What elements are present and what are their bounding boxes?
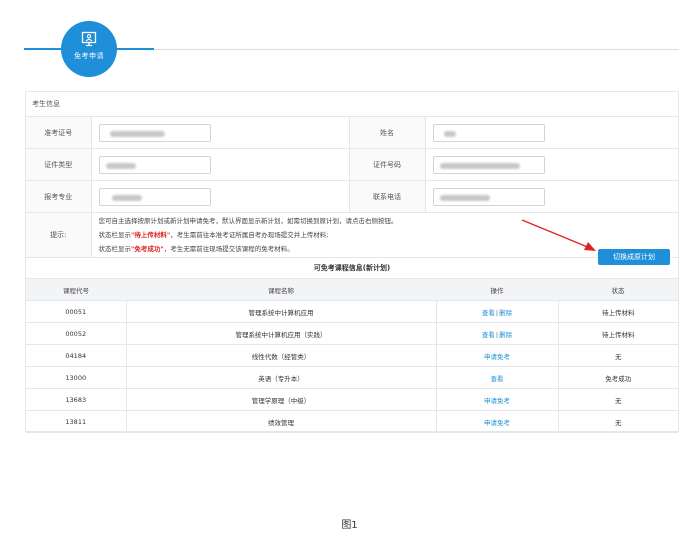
column-header: 操作 [436,279,558,301]
table-row: 13811 绩效管理 申请免考 无 [26,410,678,433]
course-code: 13811 [26,410,127,433]
field-label: 联系电话 [349,180,426,213]
apply-exemption-link[interactable]: 申请免考 [484,397,510,405]
delete-link[interactable]: 删除 [499,309,512,317]
courses-section-title: 可免考课程信息(新计划) [26,258,678,279]
monitor-user-icon [81,31,97,47]
view-link[interactable]: 查看 [482,309,495,317]
course-status: 无 [558,388,678,411]
apply-exemption-link[interactable]: 申请免考 [484,353,510,361]
course-name: 管理系统中计算机应用（实践） [126,322,437,345]
course-code: 04184 [26,344,127,367]
view-link[interactable]: 查看 [482,331,495,339]
name-field[interactable] [432,123,545,142]
major-field[interactable] [98,187,211,206]
switch-to-original-plan-button[interactable]: 切换成原计划 [598,249,670,265]
course-status: 无 [558,410,678,433]
courses-table: 课程代号 课程名称 操作 状态 00051 管理系统中计算机应用 查看|删除 待… [26,279,678,433]
figure-caption: 图1 [341,520,358,531]
course-status: 待上传材料 [558,322,678,345]
delete-link[interactable]: 删除 [499,331,512,339]
field-label: 报考专业 [26,180,92,213]
view-link[interactable]: 查看 [491,375,504,383]
apply-exemption-link[interactable]: 申请免考 [484,419,510,427]
panel-title: 考生信息 [26,92,678,117]
exemption-apply-badge[interactable]: 免考申请 [61,21,117,77]
id-number-field[interactable] [432,155,545,174]
column-header: 课程代号 [26,279,126,301]
success-status-highlight: "免考成功" [131,245,164,253]
field-label: 证件类型 [26,148,92,181]
table-header-row: 课程代号 课程名称 操作 状态 [26,279,678,301]
red-arrow-icon [521,219,596,251]
course-code: 13000 [26,366,127,389]
pending-status-highlight: "待上传材料" [131,231,171,239]
tips-label: 提示: [26,212,92,258]
field-label: 证件号码 [349,148,426,181]
admission-number-field[interactable] [98,123,211,142]
course-name: 管理系统中计算机应用 [126,300,437,323]
column-header: 课程名称 [126,279,436,301]
course-code: 13683 [26,388,127,411]
table-row: 13683 管理学原理（中级） 申请免考 无 [26,388,678,411]
phone-field[interactable] [432,187,545,206]
course-name: 线性代数（经管类） [126,344,437,367]
badge-label: 免考申请 [74,52,104,60]
field-label: 姓名 [349,117,426,149]
course-status: 待上传材料 [558,300,678,323]
course-status: 无 [558,344,678,367]
course-code: 00052 [26,322,127,345]
course-name: 绩效管理 [126,410,437,433]
table-row: 00052 管理系统中计算机应用（实践） 查看|删除 待上传材料 [26,322,678,345]
course-status: 免考成功 [558,366,678,389]
table-row: 13000 英语（专升本） 查看 免考成功 [26,366,678,389]
column-header: 状态 [558,279,678,301]
exam-info-panel: 考生信息 准考证号 姓名 证件类型 证件号码 报考专业 联系电话 提示: 您可自… [25,91,679,433]
course-name: 英语（专升本） [126,366,437,389]
table-row: 04184 线性代数（经管类） 申请免考 无 [26,344,678,367]
course-name: 管理学原理（中级） [126,388,437,411]
field-label: 准考证号 [26,117,92,149]
table-row: 00051 管理系统中计算机应用 查看|删除 待上传材料 [26,300,678,323]
course-code: 00051 [26,300,127,323]
id-type-field[interactable] [98,155,211,174]
